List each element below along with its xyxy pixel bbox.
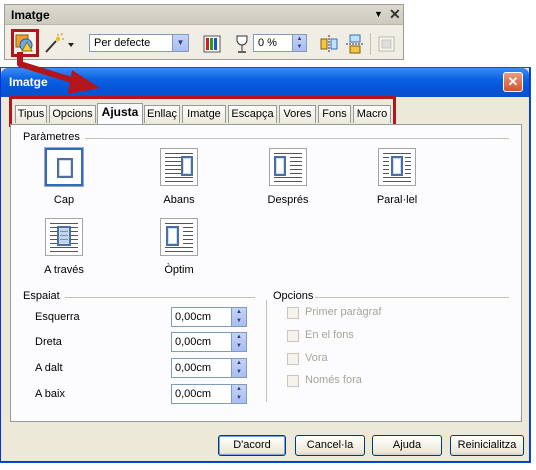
transparency-icon-button: [233, 33, 251, 57]
wrap-option-label: A través: [44, 264, 84, 276]
flip-horizontal-icon: [346, 34, 364, 54]
close-icon: ✕: [507, 74, 519, 89]
spin-arrows-icon[interactable]: ▲ ▼: [292, 35, 306, 51]
checkbox-box[interactable]: [287, 375, 299, 387]
spacing-right-label: Dreta: [35, 336, 62, 348]
group-divider: [315, 297, 509, 298]
spin-arrows-icon[interactable]: ▲ ▼: [231, 333, 246, 351]
color-button[interactable]: [201, 33, 223, 57]
graphics-mode-value: Per defecte: [94, 37, 151, 49]
transparency-spinbox[interactable]: 0 % ▲ ▼: [253, 34, 307, 52]
spacing-top-label: A dalt: [35, 362, 63, 374]
toolbar-titlebar[interactable]: Imatge ▼ ✕: [5, 5, 403, 25]
options-group-label: Opcions: [273, 290, 314, 302]
spin-arrows-icon[interactable]: ▲ ▼: [231, 308, 246, 326]
toolbar-menu-arrow-icon[interactable]: ▼: [374, 9, 383, 19]
wrap-optimal-icon: [160, 218, 198, 256]
wrap-option-label: Després: [267, 194, 309, 206]
toolbar-separator: [370, 33, 371, 55]
chevron-down-icon[interactable]: ▼: [172, 35, 188, 51]
wrap-none-icon: [45, 148, 83, 186]
dialog-close-button[interactable]: ✕: [503, 72, 523, 92]
wrap-option-through[interactable]: A través: [29, 218, 99, 276]
wrap-option-label: Paral·lel: [376, 194, 418, 206]
wrap-option-before[interactable]: Abans: [144, 148, 214, 206]
spacing-top-spinbox[interactable]: 0,00cm ▲ ▼: [171, 358, 247, 378]
tab-ajusta[interactable]: Ajusta: [97, 103, 143, 124]
ok-button[interactable]: D'acord: [218, 435, 286, 456]
callout-arrow-icon: [17, 52, 100, 94]
cancel-button[interactable]: Cancel·la: [295, 435, 365, 456]
checkbox-label: Només fora: [305, 374, 362, 386]
spin-arrows-icon[interactable]: ▲ ▼: [231, 359, 246, 377]
wrap-group-label: Paràmetres: [23, 131, 80, 143]
spacing-left-value: 0,00cm: [175, 311, 212, 323]
spacing-top-value: 0,00cm: [175, 362, 212, 374]
checkbox-box[interactable]: [287, 307, 299, 319]
wrap-before-icon: [160, 148, 198, 186]
spacing-right-value: 0,00cm: [175, 336, 212, 348]
image-properties-icon: [378, 36, 395, 52]
flip-vertical-icon: [320, 35, 338, 53]
group-divider: [65, 297, 255, 298]
spin-arrows-icon[interactable]: ▲ ▼: [231, 385, 246, 403]
wrap-option-parallel[interactable]: Paral·lel: [362, 148, 432, 206]
checkbox-box[interactable]: [287, 330, 299, 342]
options-divider: [266, 300, 267, 402]
spacing-bottom-spinbox[interactable]: 0,00cm ▲ ▼: [171, 384, 247, 404]
wrap-option-label: Abans: [163, 194, 195, 206]
spacing-left-spinbox[interactable]: 0,00cm ▲ ▼: [171, 307, 247, 327]
checkbox-label: Primer paràgraf: [305, 306, 382, 318]
image-properties-button[interactable]: [377, 33, 397, 57]
wrap-option-label: Òptim: [164, 264, 194, 276]
toolbar-close-icon[interactable]: ✕: [389, 6, 401, 23]
spacing-bottom-label: A baix: [35, 388, 65, 400]
wrap-option-after[interactable]: Després: [253, 148, 323, 206]
spacing-left-label: Esquerra: [35, 311, 80, 323]
checkbox-label: En el fons: [305, 329, 354, 341]
spacing-bottom-value: 0,00cm: [175, 388, 212, 400]
flip-horizontal-button[interactable]: [345, 33, 365, 57]
reset-button[interactable]: Reinicialitza: [450, 435, 524, 456]
toolbar-title: Imatge: [11, 8, 50, 22]
tabstrip-highlight-frame: [9, 96, 396, 127]
spacing-right-spinbox[interactable]: 0,00cm ▲ ▼: [171, 332, 247, 352]
checkbox-label: Vora: [305, 352, 328, 364]
spacing-group-label: Espaiat: [23, 290, 60, 302]
wineglass-icon: [236, 35, 248, 53]
image-dialog: Imatge ✕ Tipus Opcions Ajusta Enllaç Ima…: [0, 68, 530, 462]
help-button[interactable]: Ajuda: [372, 435, 442, 456]
wrap-option-optimal[interactable]: Òptim: [144, 218, 214, 276]
flip-vertical-button[interactable]: [319, 33, 339, 57]
wrap-option-none[interactable]: Cap: [29, 148, 99, 206]
transparency-value: 0 %: [258, 37, 277, 49]
color-bars-icon: [203, 35, 221, 53]
checkbox-box[interactable]: [287, 353, 299, 365]
wrap-parallel-icon: [378, 148, 416, 186]
group-divider: [85, 138, 509, 139]
wrap-through-icon: [45, 218, 83, 256]
wrap-option-label: Cap: [53, 194, 75, 206]
wrap-after-icon: [269, 148, 307, 186]
